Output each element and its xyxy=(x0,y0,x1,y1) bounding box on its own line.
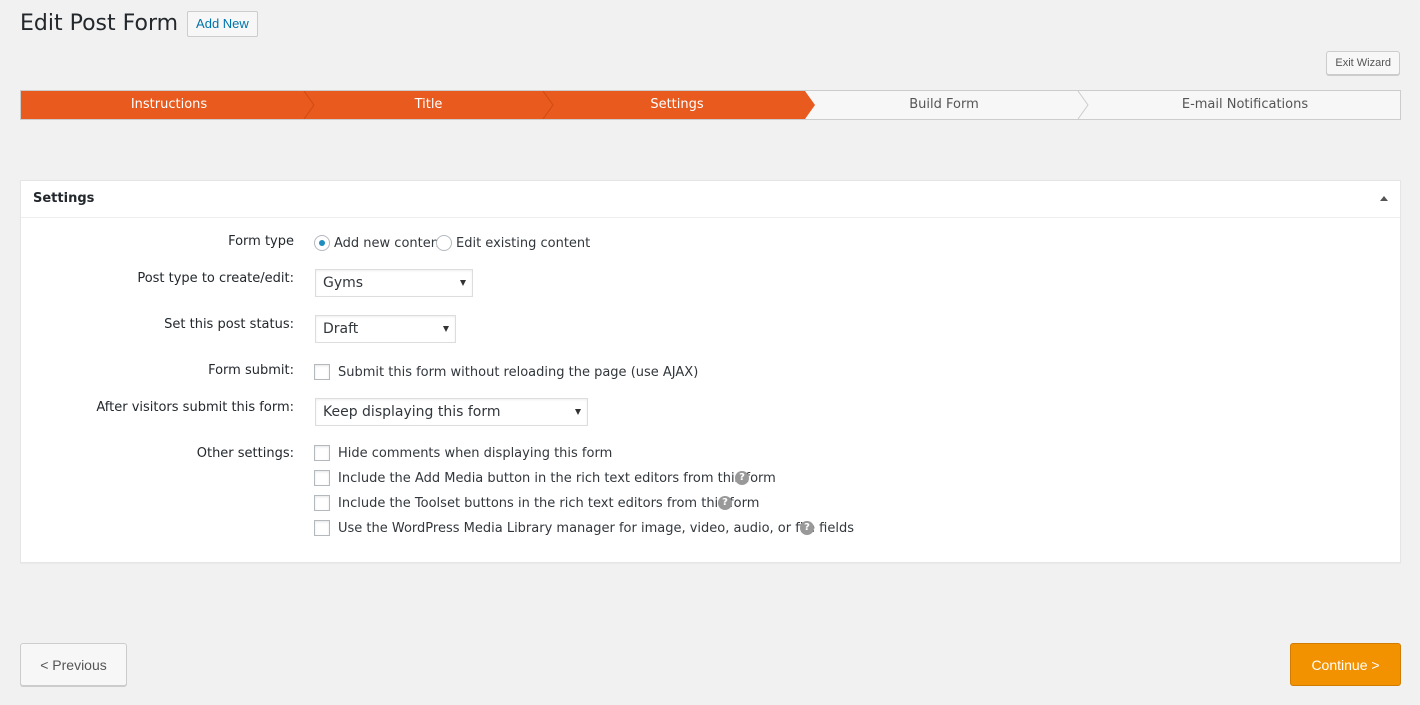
post-type-value: Gyms xyxy=(323,275,364,291)
media-library-checkbox[interactable] xyxy=(314,520,330,536)
step-separator xyxy=(1077,91,1089,119)
add-new-button[interactable]: Add New xyxy=(187,11,258,37)
page-title: Edit Post Form xyxy=(20,11,179,36)
radio-add-new-content[interactable] xyxy=(314,235,330,251)
form-submit-label: Form submit: xyxy=(208,363,294,378)
wizard-step-email-notifications[interactable]: E-mail Notifications xyxy=(1088,91,1400,119)
dropdown-arrow-icon xyxy=(575,409,581,415)
post-type-select[interactable]: Gyms xyxy=(315,269,473,297)
post-status-label: Set this post status: xyxy=(164,317,294,332)
after-submit-select[interactable]: Keep displaying this form xyxy=(315,398,588,426)
continue-button[interactable]: Continue > xyxy=(1290,643,1401,686)
exit-wizard-button[interactable]: Exit Wizard xyxy=(1326,51,1400,75)
settings-panel: Settings Form type Add new content Edit … xyxy=(20,180,1401,563)
ajax-submit-label[interactable]: Submit this form without reloading the p… xyxy=(338,365,698,380)
help-icon[interactable]: ? xyxy=(800,521,814,535)
radio-add-new-content-label[interactable]: Add new content xyxy=(334,236,444,251)
previous-button[interactable]: < Previous xyxy=(20,643,127,686)
settings-panel-title: Settings xyxy=(33,191,95,206)
wizard-step-build-form[interactable]: Build Form xyxy=(815,91,1073,119)
wizard-steps: Instructions Title Settings Build Form E… xyxy=(20,90,1401,120)
after-submit-value: Keep displaying this form xyxy=(323,404,501,420)
form-type-label: Form type xyxy=(228,234,294,249)
ajax-submit-checkbox[interactable] xyxy=(314,364,330,380)
wizard-step-instructions[interactable]: Instructions xyxy=(21,91,317,119)
media-library-label[interactable]: Use the WordPress Media Library manager … xyxy=(338,521,854,536)
post-status-value: Draft xyxy=(323,321,359,337)
wizard-step-settings[interactable]: Settings xyxy=(553,91,801,119)
help-icon[interactable]: ? xyxy=(735,471,749,485)
post-status-select[interactable]: Draft xyxy=(315,315,456,343)
hide-comments-label[interactable]: Hide comments when displaying this form xyxy=(338,446,612,461)
help-icon[interactable]: ? xyxy=(718,496,732,510)
settings-panel-header[interactable]: Settings xyxy=(21,181,1400,218)
post-type-label: Post type to create/edit: xyxy=(137,271,294,286)
add-media-checkbox[interactable] xyxy=(314,470,330,486)
after-submit-label: After visitors submit this form: xyxy=(96,400,294,415)
add-media-label[interactable]: Include the Add Media button in the rich… xyxy=(338,471,776,486)
page-header: Edit Post Form Add New xyxy=(20,10,258,37)
hide-comments-checkbox[interactable] xyxy=(314,445,330,461)
collapse-arrow-icon[interactable] xyxy=(1378,193,1390,205)
radio-edit-existing-content-label[interactable]: Edit existing content xyxy=(456,236,590,251)
dropdown-arrow-icon xyxy=(460,280,466,286)
dropdown-arrow-icon xyxy=(443,326,449,332)
other-settings-label: Other settings: xyxy=(196,446,294,461)
wizard-step-title[interactable]: Title xyxy=(314,91,543,119)
radio-edit-existing-content[interactable] xyxy=(436,235,452,251)
toolset-buttons-checkbox[interactable] xyxy=(314,495,330,511)
toolset-buttons-label[interactable]: Include the Toolset buttons in the rich … xyxy=(338,496,759,511)
